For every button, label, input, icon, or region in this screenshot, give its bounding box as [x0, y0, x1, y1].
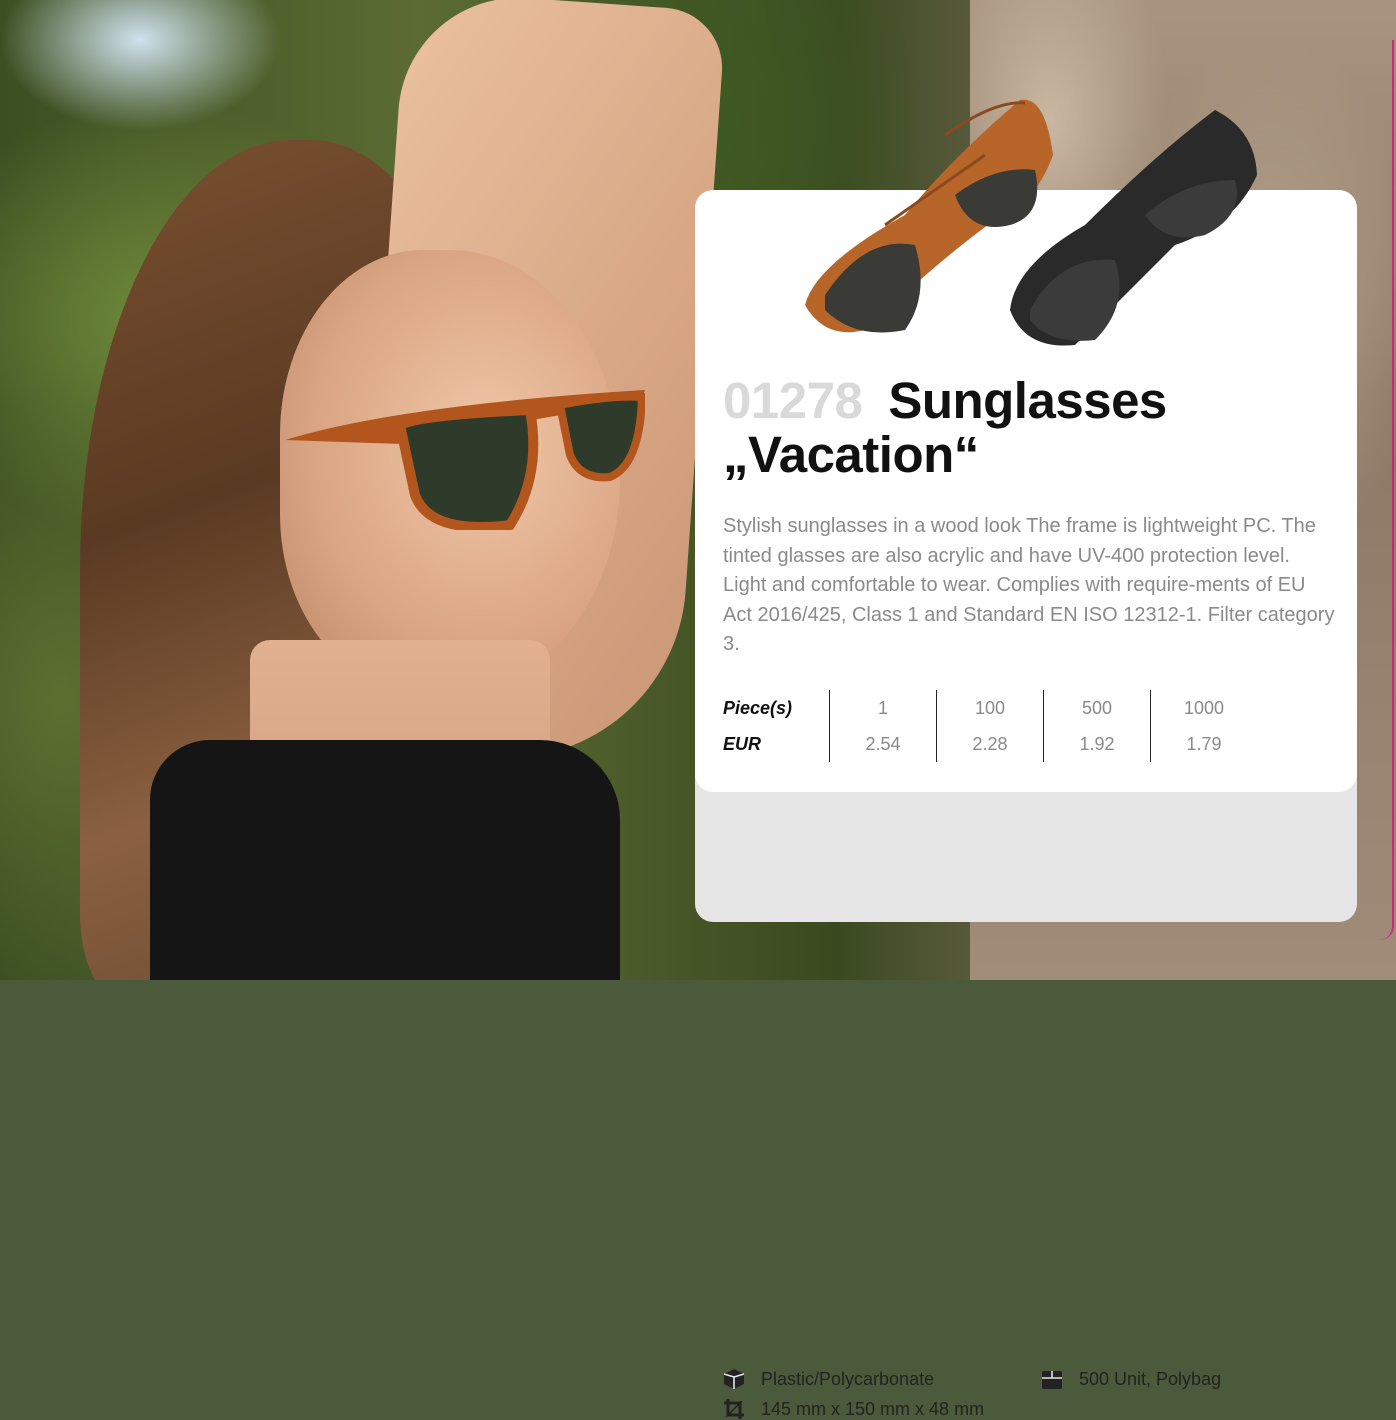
packaging-text: 500 Unit, Polybag — [1079, 1368, 1222, 1389]
quantity-label: Piece(s) — [723, 697, 793, 718]
currency-label: EUR — [723, 733, 762, 754]
product-name-line2: „Vacation“ — [723, 426, 979, 483]
spec-packaging: 500 Unit, Polybag — [1041, 1368, 1221, 1390]
quantity-cell: 100 — [936, 690, 1044, 726]
product-title: 01278 Sunglasses „Vacation“ — [723, 374, 1333, 482]
spec-material: Plastic/Polycarbonate — [723, 1368, 934, 1390]
dimensions-text: 145 mm x 150 mm x 48 mm — [761, 1398, 985, 1419]
price-cell: 1.92 — [1043, 726, 1151, 762]
quantity-row: Piece(s) 1 100 500 1000 — [723, 690, 1257, 726]
box-icon — [723, 1369, 745, 1389]
worn-sunglasses — [285, 390, 645, 530]
price-cell: 2.54 — [829, 726, 937, 762]
product-image — [805, 99, 1257, 346]
quantity-cell: 500 — [1043, 690, 1151, 726]
quantity-cell: 1 — [829, 690, 937, 726]
spec-dimensions: 145 mm x 150 mm x 48 mm — [723, 1398, 984, 1420]
product-description: Stylish sunglasses in a wood look The fr… — [723, 515, 1335, 655]
page-edge-accent — [1380, 40, 1394, 940]
crop-icon — [724, 1399, 744, 1419]
product-name-line1: Sunglasses — [888, 372, 1167, 429]
material-text: Plastic/Polycarbonate — [761, 1368, 935, 1389]
model-top — [150, 740, 620, 980]
price-cell: 2.28 — [936, 726, 1044, 762]
price-row: EUR 2.54 2.28 1.92 1.79 — [723, 726, 1257, 762]
price-table: Piece(s) 1 100 500 1000 EUR 2.54 2.28 1.… — [723, 690, 1257, 762]
product-code: 01278 — [723, 372, 863, 429]
carton-icon — [1042, 1371, 1062, 1389]
price-cell: 1.79 — [1150, 726, 1257, 762]
quantity-cell: 1000 — [1150, 690, 1257, 726]
